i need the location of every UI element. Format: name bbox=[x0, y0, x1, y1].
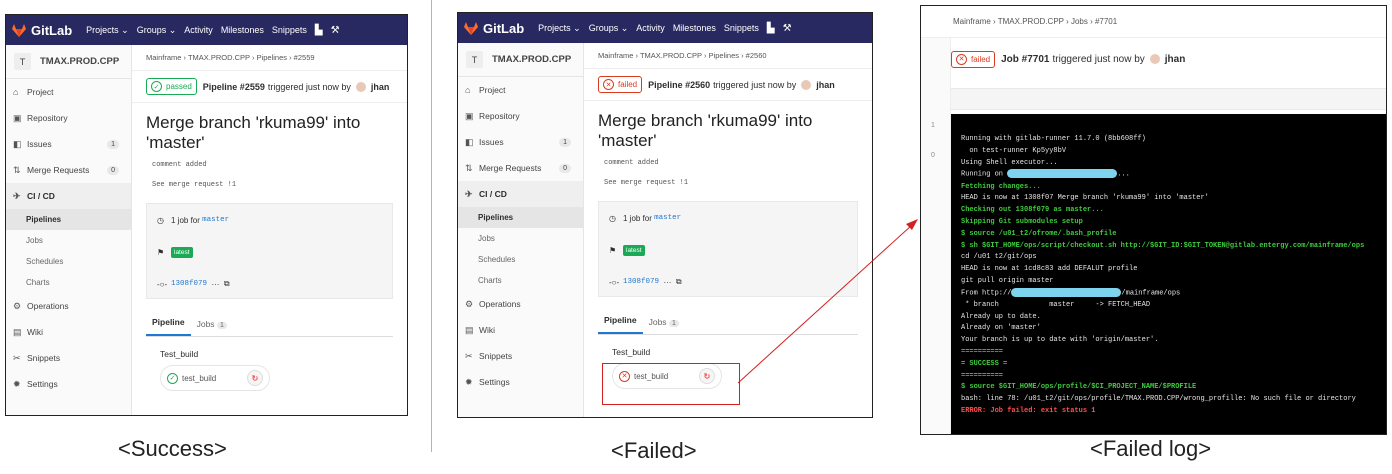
annotation-arrow bbox=[737, 219, 918, 384]
caption-failed-log: <Failed log> bbox=[1090, 436, 1212, 461]
caption-success: <Success> bbox=[118, 436, 227, 461]
arrow-line bbox=[737, 224, 913, 384]
caption-failed: <Failed> bbox=[611, 438, 697, 463]
